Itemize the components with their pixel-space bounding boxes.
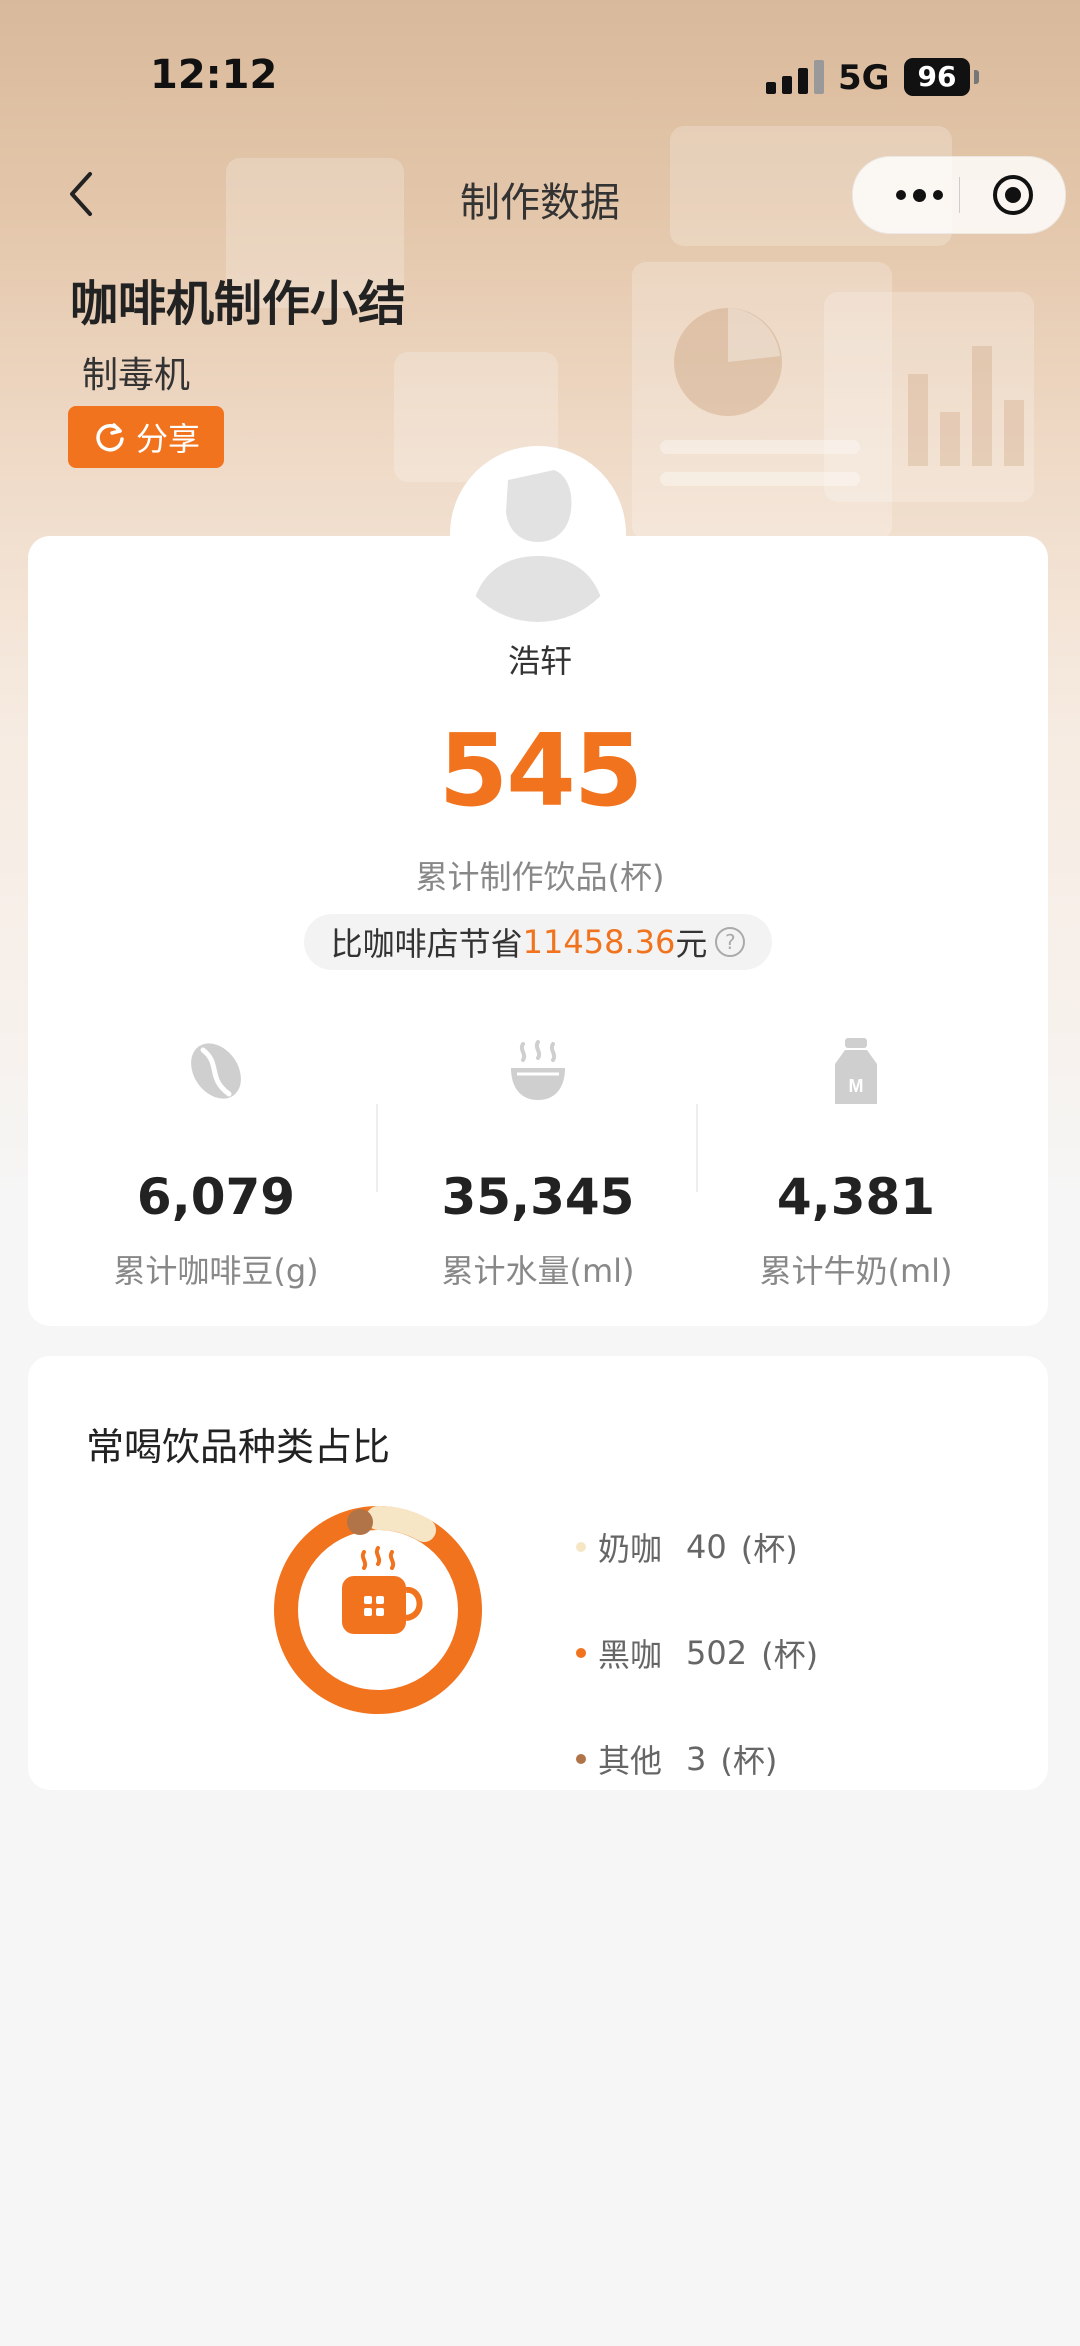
clock: 12:12 (150, 52, 278, 98)
savings-pill[interactable]: 比咖啡店节省 11458.36 元 ? (304, 914, 772, 970)
share-button[interactable]: 分享 (68, 406, 224, 468)
network-type: 5G (838, 58, 890, 98)
legend-dot (576, 1754, 586, 1764)
svg-text:M: M (849, 1076, 864, 1096)
user-name: 浩轩 (507, 642, 572, 680)
milk-coffee-segment (366, 1505, 436, 1542)
legend-name: 其他 (598, 1742, 663, 1780)
savings-prefix: 比咖啡店节省 (330, 925, 523, 963)
nav-bar: 制作数据 (0, 150, 1080, 238)
more-dot-icon (912, 188, 926, 202)
total-drinks-count: 545 (438, 712, 644, 829)
total-drinks-label: 累计制作饮品(杯) (415, 858, 665, 896)
more-dot-icon (895, 190, 906, 200)
summary-title: 咖啡机制作小结 (70, 276, 407, 332)
bar-decoration (908, 346, 1024, 466)
more-dot-icon (932, 190, 943, 200)
share-label: 分享 (135, 420, 200, 458)
signal-icon (766, 60, 824, 94)
share-refresh-icon (96, 423, 124, 452)
user-avatar-icon (450, 446, 626, 622)
legend-name: 奶咖 (598, 1530, 663, 1568)
mini-program-capsule (852, 156, 1066, 234)
battery-icon: 96 (904, 58, 970, 96)
legend-unit: (杯) (761, 1636, 819, 1674)
legend-dot (576, 1648, 586, 1658)
status-bar: 12:12 5G 96 (0, 0, 1080, 150)
coffee-bean-icon (191, 1043, 241, 1099)
other-segment (347, 1509, 373, 1535)
milk-label: 累计牛奶(ml) (759, 1252, 953, 1290)
hot-water-icon (511, 1040, 565, 1100)
legend-unit: (杯) (740, 1530, 798, 1568)
coffee-beans-label: 累计咖啡豆(g) (113, 1252, 319, 1290)
capsule-divider (959, 177, 960, 213)
coffee-cup-icon (342, 1546, 423, 1634)
close-target-button[interactable] (989, 171, 1037, 219)
avatar (450, 446, 626, 622)
drink-donut-chart (274, 1505, 482, 1714)
stat-water: 35,345 累计水量(ml) (378, 1036, 698, 1292)
legend-unit: (杯) (720, 1742, 778, 1780)
legend-count: 3 (686, 1740, 707, 1778)
legend-count: 502 (686, 1634, 748, 1672)
legend-item: 其他 3 (杯) (576, 1736, 777, 1782)
milk-value: 4,381 (776, 1168, 936, 1226)
stat-coffee-beans: 6,079 累计咖啡豆(g) (56, 1036, 376, 1292)
legend-name: 黑咖 (598, 1636, 663, 1674)
more-button[interactable] (881, 157, 957, 233)
machine-name: 制毒机 (82, 355, 191, 396)
pie-decoration (674, 308, 782, 416)
legend-dot (576, 1542, 586, 1552)
savings-suffix: 元 (675, 925, 708, 963)
water-value: 35,345 (441, 1168, 635, 1226)
water-label: 累计水量(ml) (441, 1252, 635, 1290)
legend-count: 40 (686, 1528, 727, 1566)
help-icon[interactable]: ? (715, 927, 746, 957)
savings-amount: 11458.36 (522, 923, 676, 961)
distribution-title: 常喝饮品种类占比 (86, 1425, 391, 1469)
target-icon (993, 175, 1033, 215)
stat-milk: M 4,381 累计牛奶(ml) (696, 1036, 1016, 1292)
legend-item: 黑咖 502 (杯) (576, 1630, 818, 1676)
milk-bottle-icon: M (835, 1038, 877, 1104)
coffee-beans-value: 6,079 (136, 1168, 296, 1226)
battery-tip (974, 70, 979, 84)
legend-item: 奶咖 40 (杯) (576, 1524, 798, 1570)
